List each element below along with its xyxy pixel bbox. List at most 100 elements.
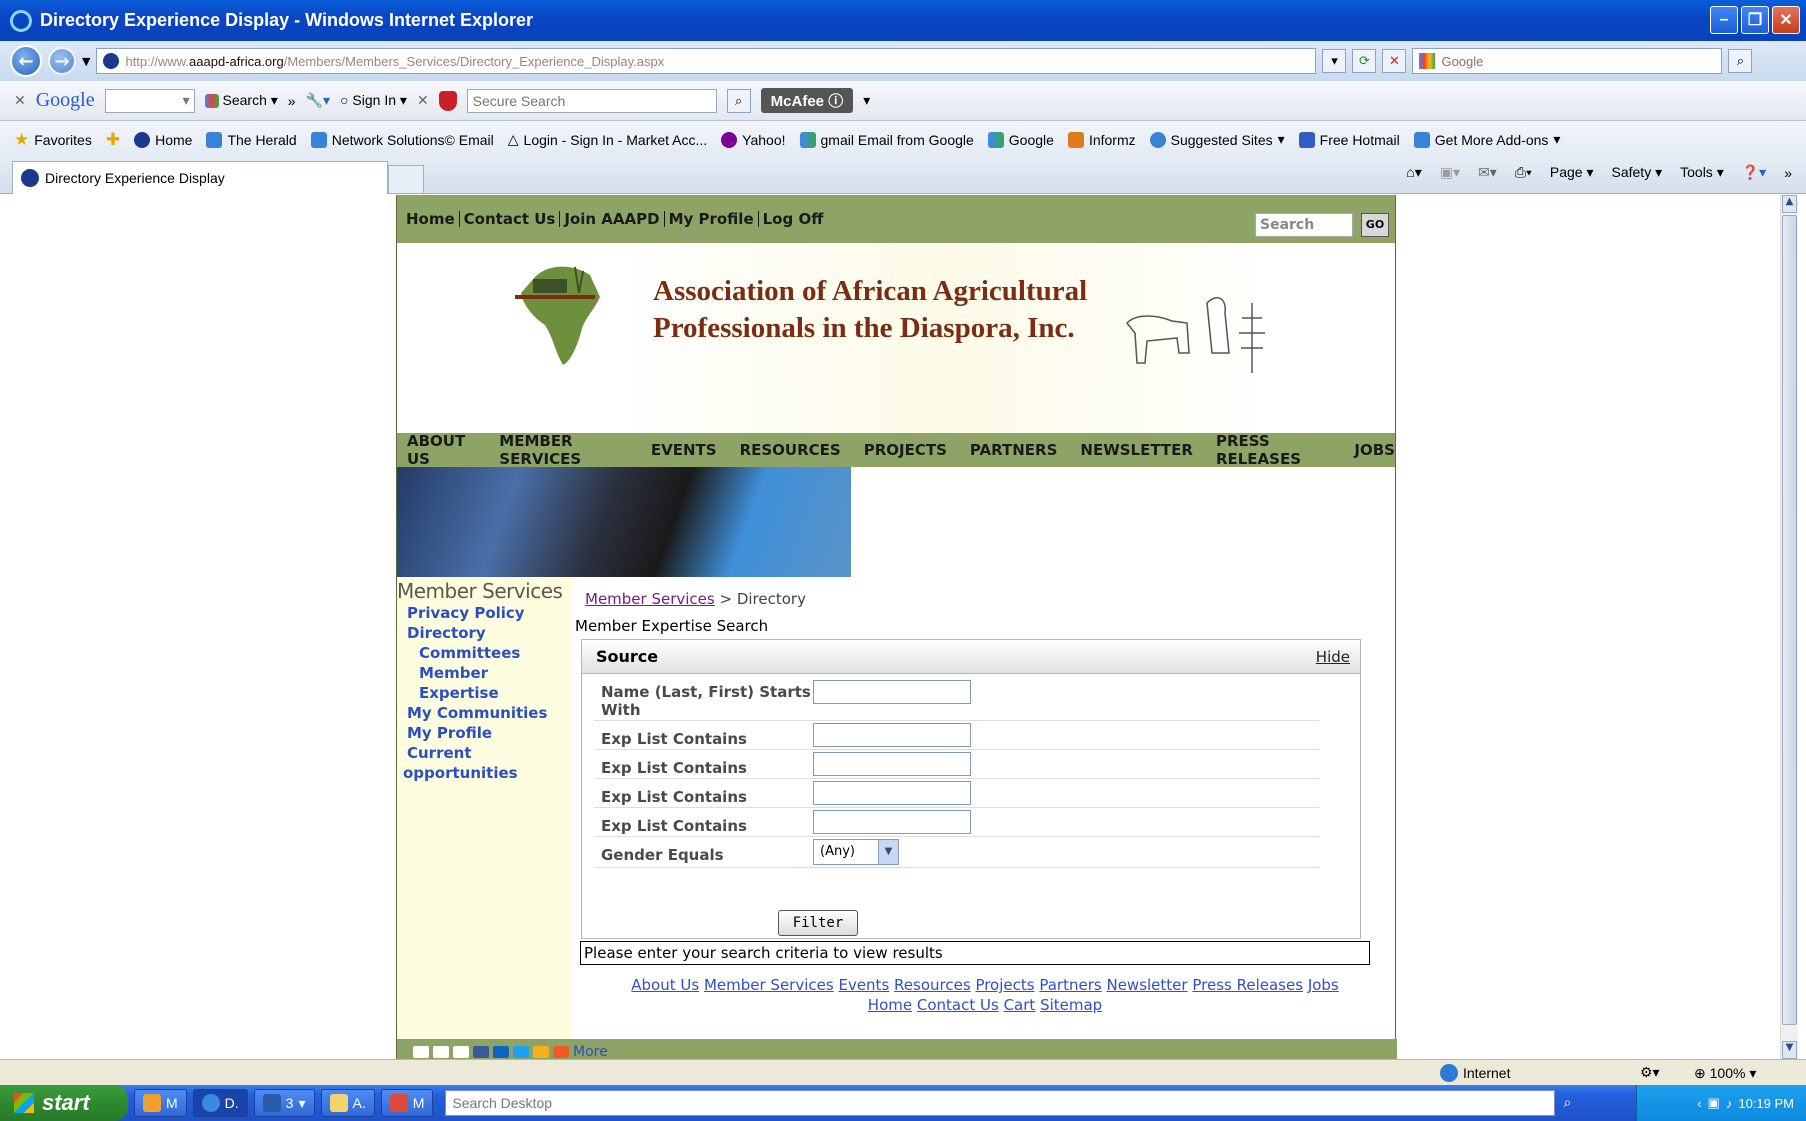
sidebar-item-committees[interactable]: Committees [397, 643, 572, 663]
refresh-icon[interactable]: ⟳ [1352, 49, 1377, 73]
topnav-log-off[interactable]: Log Off [759, 211, 828, 227]
nav-events[interactable]: EVENTS [651, 441, 717, 459]
footer-link-home[interactable]: Home [868, 996, 912, 1014]
add-more-icon[interactable] [553, 1046, 569, 1058]
restore-button[interactable]: ❐ [1741, 6, 1769, 34]
scroll-up-icon[interactable]: ▲ [1782, 195, 1797, 213]
print-icon[interactable] [413, 1046, 429, 1058]
footer-link-about-us[interactable]: About Us [631, 976, 699, 994]
footer-link-resources[interactable]: Resources [894, 976, 971, 994]
sidebar-item-directory[interactable]: Directory [397, 623, 572, 643]
footer-link-partners[interactable]: Partners [1039, 976, 1101, 994]
facebook-icon[interactable] [473, 1046, 489, 1058]
favorite-item[interactable]: Suggested Sites ▾ [1149, 131, 1285, 148]
new-tab-button[interactable] [388, 165, 424, 194]
taskbar-item-group[interactable]: 3 ▾ [253, 1089, 315, 1117]
favorite-item[interactable]: Home [134, 131, 192, 148]
name-starts-with-input[interactable] [813, 680, 971, 704]
print-icon[interactable]: ⎙▾ [1515, 164, 1532, 181]
nav-member-services[interactable]: MEMBER SERVICES [499, 432, 628, 468]
favorite-item[interactable]: The Herald [206, 131, 297, 148]
mcafee-badge[interactable]: McAfee ⓘ [760, 88, 854, 113]
google-search-box[interactable]: Google [1412, 48, 1723, 74]
share-more-link[interactable]: More [573, 1044, 608, 1059]
feeds-icon[interactable]: ▣▾ [1440, 164, 1460, 181]
address-bar[interactable]: http://www. aaapd-africa.org/Members/Memb… [96, 48, 1317, 74]
recent-pages-icon[interactable]: ▼ [82, 55, 90, 68]
help-icon[interactable]: ❓▾ [1742, 164, 1766, 181]
clock[interactable]: 10:19 PM [1738, 1096, 1794, 1111]
start-button[interactable]: start [0, 1085, 128, 1121]
back-button[interactable]: ← [10, 45, 42, 77]
twitter-icon[interactable] [513, 1046, 529, 1058]
nav-press-releases[interactable]: PRESS RELEASES [1216, 432, 1331, 468]
desktop-search-input[interactable]: Search Desktop [445, 1090, 1556, 1116]
add-favorite-icon[interactable]: ✚ [106, 130, 120, 150]
nav-partners[interactable]: PARTNERS [970, 441, 1058, 459]
hide-link[interactable]: Hide [1316, 648, 1350, 666]
footer-link-sitemap[interactable]: Sitemap [1040, 996, 1102, 1014]
close-toolbar-icon[interactable]: ✕ [14, 92, 26, 109]
footer-link-events[interactable]: Events [838, 976, 889, 994]
safety-menu[interactable]: Safety ▾ [1612, 164, 1663, 181]
favorite-item[interactable]: Google [987, 131, 1054, 148]
nav-projects[interactable]: PROJECTS [864, 441, 947, 459]
exp-list-input-2[interactable] [813, 752, 971, 776]
site-go-button[interactable]: GO [1361, 213, 1389, 237]
favorite-item[interactable]: Informz [1067, 131, 1136, 148]
footer-link-projects[interactable]: Projects [975, 976, 1034, 994]
network-icon[interactable]: ▣ [1708, 1095, 1720, 1111]
protected-mode-icon[interactable]: ⚙▾ [1640, 1064, 1660, 1081]
minimize-button[interactable]: – [1710, 6, 1738, 34]
sidebar-item-privacy-policy[interactable]: Privacy Policy [397, 603, 572, 623]
taskbar-item[interactable]: A. [320, 1089, 375, 1117]
exp-list-input-3[interactable] [813, 781, 971, 805]
taskbar-item-ie[interactable]: D. [192, 1089, 248, 1117]
page-icon[interactable] [433, 1046, 449, 1058]
filter-button[interactable]: Filter [778, 910, 858, 936]
google-toolbar-input[interactable]: ▾ [104, 88, 195, 113]
mcafee-dropdown-icon[interactable]: ▾ [863, 92, 870, 109]
nav-about-us[interactable]: ABOUT US [407, 432, 476, 468]
scroll-down-icon[interactable]: ▼ [1782, 1041, 1797, 1059]
desktop-search-icon[interactable]: ⌕ [1563, 1095, 1571, 1111]
taskbar-item[interactable]: M [134, 1089, 187, 1117]
sidebar-item-member-expertise[interactable]: Member Expertise [397, 663, 572, 703]
stop-icon[interactable]: ✕ [1382, 49, 1407, 73]
sign-in-button[interactable]: ○ Sign In ▾ [340, 92, 407, 109]
nav-newsletter[interactable]: NEWSLETTER [1080, 441, 1193, 459]
footer-link-member-services[interactable]: Member Services [704, 976, 834, 994]
email-icon[interactable] [453, 1046, 469, 1058]
sidebar-item-current[interactable]: Current [397, 743, 572, 763]
tools-menu[interactable]: Tools ▾ [1680, 164, 1724, 181]
nav-jobs[interactable]: JOBS [1354, 441, 1395, 459]
mail-icon[interactable]: ✉▾ [1478, 164, 1497, 181]
scroll-thumb[interactable] [1782, 215, 1797, 1025]
footer-link-newsletter[interactable]: Newsletter [1106, 976, 1187, 994]
breadcrumb-member-services[interactable]: Member Services [585, 590, 715, 608]
more-chevron-icon[interactable]: » [288, 93, 296, 109]
sidebar-item-my-profile[interactable]: My Profile [397, 723, 572, 743]
topnav-my-profile[interactable]: My Profile [665, 211, 759, 227]
wrench-icon[interactable]: 🔧▾ [306, 92, 330, 109]
secure-search-icon[interactable]: ⌕ [726, 88, 751, 113]
favorite-item[interactable]: Network Solutions© Email [310, 131, 494, 148]
page-menu[interactable]: Page ▾ [1550, 164, 1594, 181]
nav-resources[interactable]: RESOURCES [740, 441, 841, 459]
topnav-contact-us[interactable]: Contact Us [460, 211, 561, 227]
tray-expand-icon[interactable]: ‹ [1697, 1096, 1701, 1111]
sidebar-item-opportunities[interactable]: opportunities [397, 763, 572, 783]
exp-list-input-4[interactable] [813, 810, 971, 834]
favorite-item[interactable]: Yahoo! [721, 131, 786, 148]
taskbar-item[interactable]: M [380, 1089, 434, 1117]
more-commands-icon[interactable]: » [1784, 165, 1792, 181]
linkedin-icon[interactable] [493, 1046, 509, 1058]
forward-button[interactable]: → [48, 47, 76, 75]
favorite-item[interactable]: Get More Add-ons ▾ [1413, 131, 1560, 148]
footer-link-cart[interactable]: Cart [1004, 996, 1036, 1014]
favorite-item[interactable]: △ Login - Sign In - Market Acc... [508, 131, 707, 148]
site-search-input[interactable]: Search [1255, 213, 1353, 237]
footer-link-press-releases[interactable]: Press Releases [1192, 976, 1303, 994]
close-mcafee-icon[interactable]: ✕ [417, 92, 429, 109]
exp-list-input-1[interactable] [813, 723, 971, 747]
